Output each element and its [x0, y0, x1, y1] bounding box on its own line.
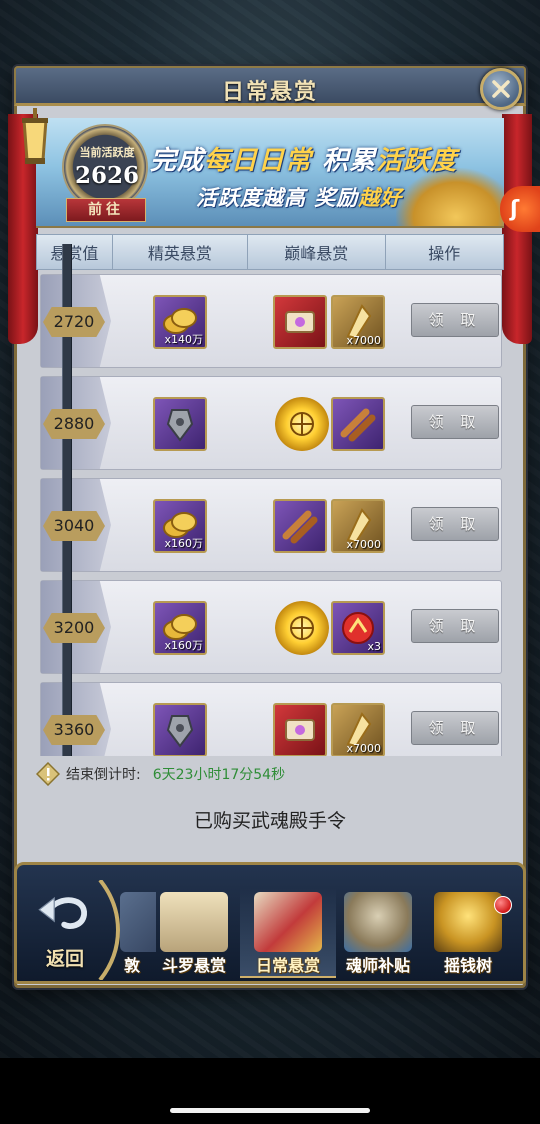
claim-button[interactable]: 领 取: [411, 609, 499, 643]
reward-item-scroll[interactable]: [273, 703, 327, 756]
claim-button[interactable]: 领 取: [411, 711, 499, 745]
nav-tab-soul-master-subsidy[interactable]: 魂师补贴: [330, 888, 426, 978]
reward-item-soul-ring[interactable]: [275, 397, 329, 451]
reward-item-bones[interactable]: [331, 397, 385, 451]
claim-button[interactable]: 领 取: [411, 507, 499, 541]
nav-tab-label: 斗罗悬赏: [161, 956, 226, 975]
goto-button[interactable]: 前往: [66, 198, 146, 222]
reward-row: 3040 x160万 x7000 领 取: [40, 478, 502, 572]
purchase-status: 已购买武魂殿手令: [193, 810, 346, 832]
row-bounty-value: 3040: [43, 511, 105, 541]
system-bottom-bar: [0, 1058, 540, 1124]
row-bounty-value: 3360: [43, 715, 105, 745]
activity-value: 2626: [74, 162, 139, 189]
money-bag-icon: [344, 892, 412, 952]
title-bar: 日常悬赏: [14, 66, 526, 106]
nav-tab-label: 魂师补贴: [345, 956, 410, 975]
claim-button[interactable]: 领 取: [411, 303, 499, 337]
money-tree-icon: [434, 892, 502, 952]
item-quantity: x160万: [164, 537, 203, 550]
close-button[interactable]: [480, 68, 522, 110]
row-value-text: 3040: [53, 516, 95, 535]
item-quantity: x7000: [346, 538, 381, 551]
notification-dot: [494, 896, 512, 914]
reward-item-bones[interactable]: [273, 499, 327, 553]
table-header: 悬赏值 精英悬赏 巅峰悬赏 操作: [36, 234, 504, 270]
reward-item-shard[interactable]: x7000: [331, 499, 385, 553]
warning-icon: [36, 762, 60, 786]
header-action: 操作: [428, 244, 461, 263]
countdown-value: 6天23小时17分54秒: [152, 767, 286, 783]
item-quantity: x3: [367, 640, 381, 653]
row-value-text: 2720: [53, 312, 95, 331]
row-bounty-value: 2720: [43, 307, 105, 337]
reward-row: 2880 领 取: [40, 376, 502, 470]
reward-item-soul-ring[interactable]: [275, 601, 329, 655]
token-icon: [166, 715, 194, 748]
scroll-icon: [285, 719, 315, 741]
back-button[interactable]: 返回: [30, 888, 100, 970]
scroll-icon: [285, 311, 315, 333]
reward-row: 3200 x160万 x3 领 取: [40, 580, 502, 674]
slogan-part: 积累: [312, 146, 377, 176]
countdown-label: 结束倒计时:: [66, 767, 141, 783]
item-quantity: x7000: [346, 334, 381, 347]
header-peak-bounty: 巅峰悬赏: [248, 235, 386, 269]
item-quantity: x140万: [164, 333, 203, 346]
row-bounty-value: 3200: [43, 613, 105, 643]
slogan-highlight: 越好: [358, 186, 403, 210]
header-elite-bounty: 精英悬赏: [113, 235, 249, 269]
slogan-highlight: 活跃度: [376, 146, 458, 176]
nav-tab-label: 摇钱树: [443, 956, 492, 975]
claim-button[interactable]: 领 取: [411, 405, 499, 439]
item-quantity: x7000: [346, 742, 381, 755]
banner-slogan-line1: 完成每日日常 积累活跃度: [150, 140, 457, 177]
reward-item-shard[interactable]: x7000: [331, 703, 385, 756]
reward-item-gold-coins[interactable]: x160万: [153, 499, 207, 553]
bone-icon: [340, 408, 376, 442]
row-bounty-value: 2880: [43, 409, 105, 439]
slogan-part: 完成: [150, 146, 205, 176]
reward-item-scroll[interactable]: [273, 295, 327, 349]
activity-label: 当前活跃度: [79, 146, 135, 159]
row-value-text: 2880: [53, 414, 95, 433]
banner-slogan-line2: 活跃度越高 奖励越好: [196, 182, 402, 212]
side-event-icon[interactable]: ʃ: [500, 186, 540, 232]
nav-tab-douluo-bounty[interactable]: 斗罗悬赏: [146, 888, 242, 978]
page-title: 日常悬赏: [221, 79, 318, 105]
reward-item-token[interactable]: [153, 397, 207, 451]
reward-item-token[interactable]: [153, 703, 207, 756]
nav-tab-daily-bounty[interactable]: 日常悬赏: [240, 888, 336, 978]
reward-row: 2720 x140万 x7000 领 取: [40, 274, 502, 368]
row-value-text: 3360: [53, 720, 95, 739]
lantern-icon: [22, 108, 48, 164]
reward-item-gold-coins[interactable]: x160万: [153, 601, 207, 655]
reward-row: 3360 x7000 领 取: [40, 682, 502, 756]
soul-ring-icon: [290, 616, 314, 640]
soul-ring-icon: [290, 412, 314, 436]
item-quantity: x160万: [164, 639, 203, 652]
bone-icon: [282, 510, 318, 544]
nav-tab-label: 日常悬赏: [255, 956, 320, 975]
back-arrow-icon: [38, 896, 87, 929]
reward-item-shard[interactable]: x7000: [331, 295, 385, 349]
token-icon: [166, 409, 194, 442]
back-label: 返回: [45, 948, 84, 970]
header-bounty-value: 悬赏值: [37, 235, 113, 269]
home-indicator[interactable]: [170, 1108, 370, 1113]
wanted-poster-icon: [160, 892, 228, 952]
countdown: 结束倒计时: 6天23小时17分54秒: [36, 762, 285, 786]
slogan-highlight: 每日日常: [204, 146, 313, 176]
row-value-text: 3200: [53, 618, 95, 637]
close-icon: [492, 80, 510, 98]
reward-list[interactable]: 2720 x140万 x7000 领 取 2880 领 取 3040 x160万…: [36, 272, 504, 756]
activity-badge: 当前活跃度 2626 前往: [54, 124, 160, 222]
daily-scroll-icon: [254, 892, 322, 952]
slogan-part: 活跃度越高 奖励: [196, 186, 359, 210]
reward-item-gold-coins[interactable]: x140万: [153, 295, 207, 349]
reward-item-level-up-orb[interactable]: x3: [331, 601, 385, 655]
